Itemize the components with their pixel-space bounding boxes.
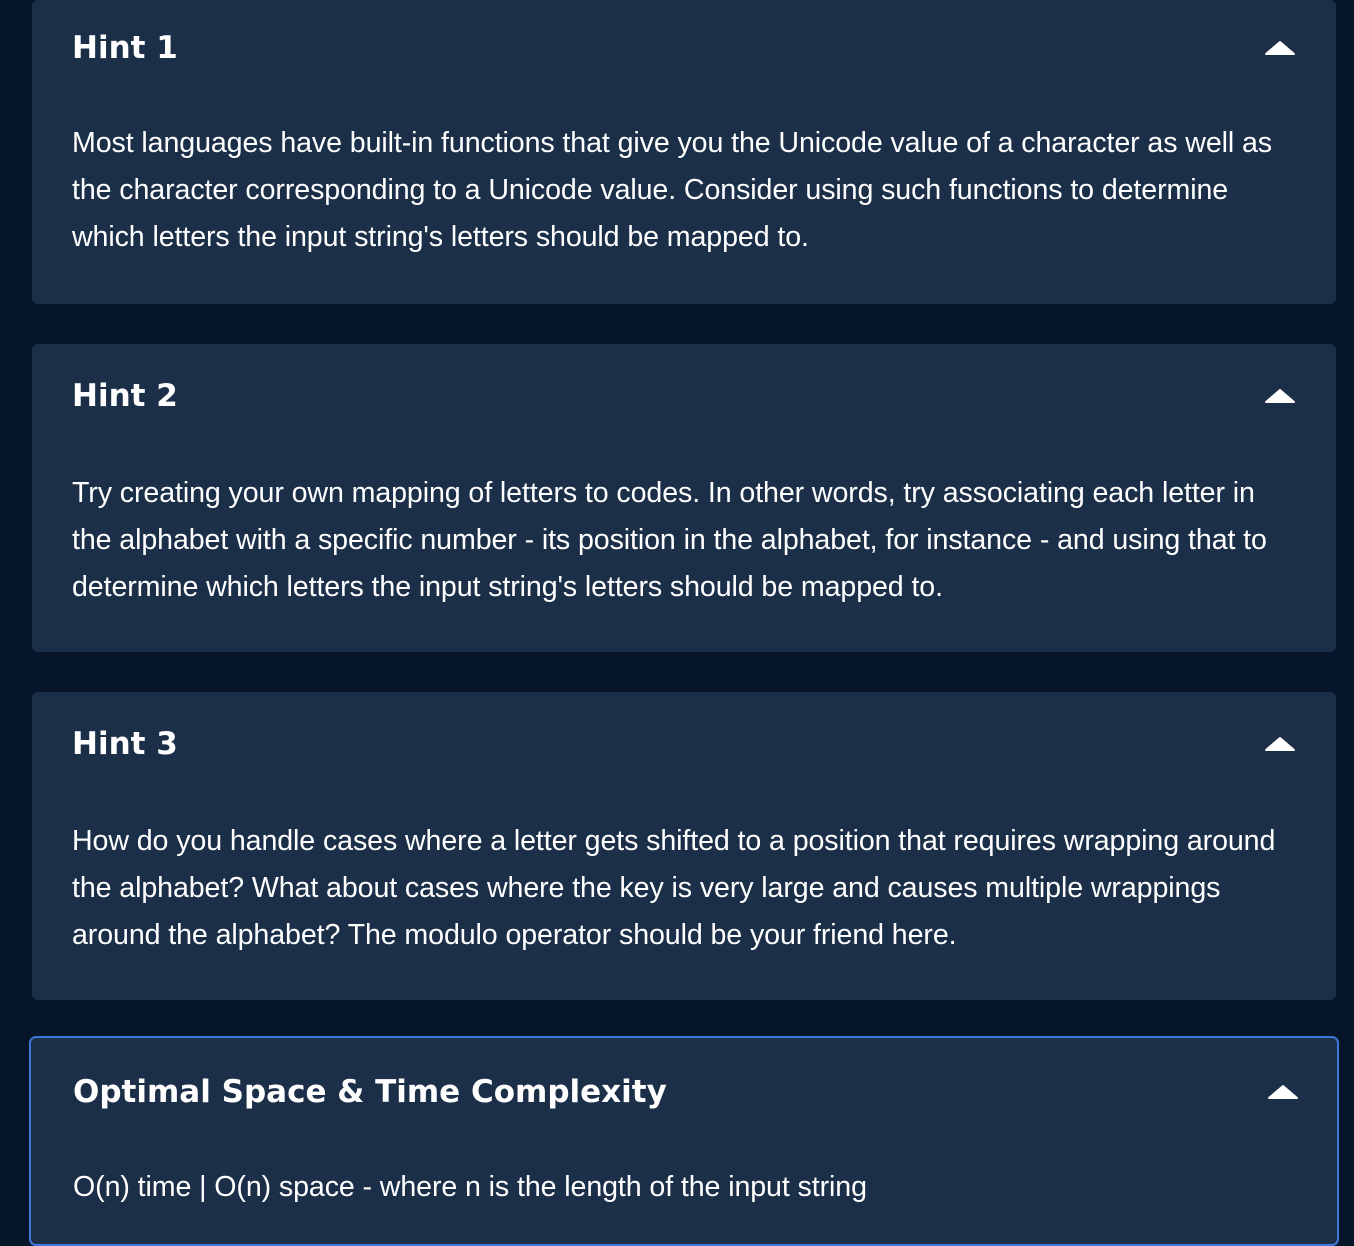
- hint-1-title: Hint 1: [72, 30, 178, 66]
- complexity-panel: Optimal Space & Time Complexity O(n) tim…: [29, 1036, 1339, 1246]
- hint-1-body: Most languages have built-in functions t…: [72, 127, 1272, 253]
- chevron-up-icon[interactable]: [1264, 736, 1296, 752]
- complexity-body: O(n) time | O(n) space - where n is the …: [73, 1171, 867, 1203]
- chevron-up-icon[interactable]: [1264, 40, 1296, 56]
- hint-1-panel: Hint 1 Most languages have built-in func…: [32, 0, 1336, 304]
- chevron-up-icon[interactable]: [1264, 388, 1296, 404]
- complexity-header[interactable]: Optimal Space & Time Complexity: [73, 1072, 1299, 1112]
- hint-3-body: How do you handle cases where a letter g…: [72, 825, 1276, 951]
- hint-2-header[interactable]: Hint 2: [72, 376, 1296, 416]
- hint-3-header[interactable]: Hint 3: [72, 724, 1296, 764]
- chevron-up-icon[interactable]: [1267, 1084, 1299, 1100]
- hint-2-panel: Hint 2 Try creating your own mapping of …: [32, 344, 1336, 652]
- hint-3-title: Hint 3: [72, 726, 178, 762]
- hint-3-panel: Hint 3 How do you handle cases where a l…: [32, 692, 1336, 1000]
- complexity-title: Optimal Space & Time Complexity: [73, 1074, 667, 1110]
- hint-2-title: Hint 2: [72, 378, 178, 414]
- hint-2-body: Try creating your own mapping of letters…: [72, 477, 1267, 603]
- hint-1-header[interactable]: Hint 1: [72, 28, 1296, 68]
